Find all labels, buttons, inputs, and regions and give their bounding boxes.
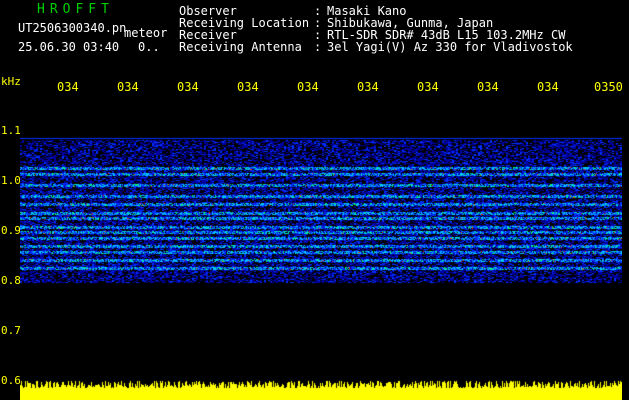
filename: UT2506300340.pn [18, 21, 127, 35]
x-tick-label: 034 [177, 80, 199, 94]
hrofft-brand: HROFFT [37, 2, 114, 17]
x-tick-label: 0350 [594, 80, 623, 94]
antenna-value: 3el Yagi(V) Az 330 for Vladivostok [327, 40, 573, 54]
y-tick-label: 1.0 [1, 174, 21, 187]
separator: : [314, 40, 322, 54]
y-tick-label: 1.1 [1, 124, 21, 137]
y-tick-label: 0.8 [1, 274, 21, 287]
x-tick-label: 034 [417, 80, 439, 94]
datetime: 25.06.30 03:40 [18, 40, 120, 54]
x-tick-label: 034 [537, 80, 559, 94]
spectrogram [20, 93, 622, 400]
x-tick-label: 034 [117, 80, 139, 94]
x-tick-label: 034 [237, 80, 259, 94]
antenna-label: Receiving Antenna [179, 40, 302, 54]
mode-label: meteor [124, 26, 168, 40]
y-tick-label: 0.6 [1, 374, 21, 387]
y-unit-label: kHz [1, 75, 21, 88]
x-tick-label: 034 [297, 80, 319, 94]
y-tick-label: 0.9 [1, 224, 21, 237]
y-tick-label: 0.7 [1, 324, 21, 337]
x-tick-label: 034 [477, 80, 499, 94]
x-tick-label: 034 [357, 80, 379, 94]
level-value: 0.. [138, 40, 160, 54]
x-tick-label: 034 [57, 80, 79, 94]
